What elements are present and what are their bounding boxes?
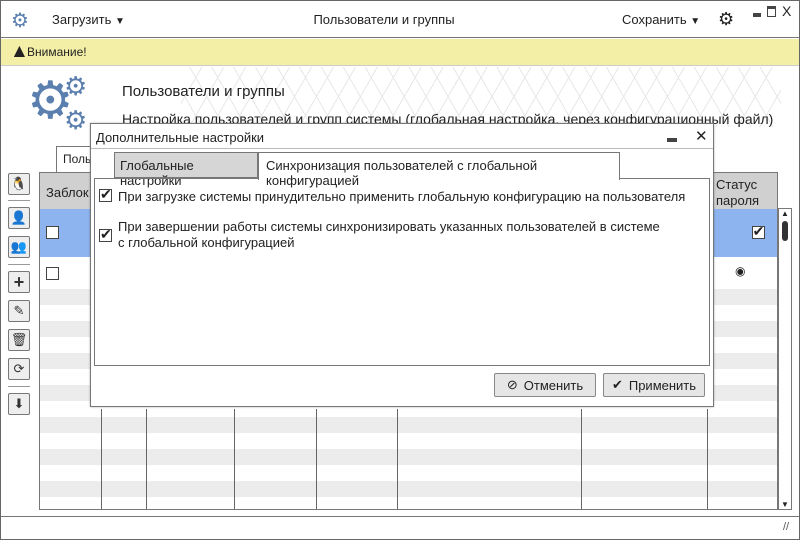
status-bar-divider (1, 516, 799, 517)
warning-icon: ▲ (10, 41, 29, 62)
cancel-icon: ⊘ (506, 377, 518, 392)
checkbox[interactable] (99, 186, 112, 203)
page-title: Пользователи и группы (122, 83, 285, 100)
apply-button[interactable]: ✔ Применить (603, 373, 705, 397)
column-header-password-status[interactable]: Статус пароля (716, 177, 766, 209)
advanced-settings-dialog: Дополнительные настройки ✕ Глобальные на… (90, 123, 714, 407)
checkbox[interactable] (99, 226, 112, 243)
locked-checkbox[interactable] (46, 226, 59, 239)
close-button[interactable]: X (782, 3, 791, 19)
vertical-scrollbar[interactable]: ▲ ▼ (778, 208, 792, 510)
warning-text: Внимание! (27, 45, 87, 59)
main-window: ⚙ Загрузить ▼ Пользователи и группы Сохр… (0, 0, 800, 540)
cancel-label: Отменить (523, 377, 584, 393)
dialog-close-button[interactable]: ✕ (695, 127, 708, 145)
tab-user-sync[interactable]: Синхронизация пользователей с глобальной… (258, 152, 620, 188)
small-gear-icon: ⚙ (64, 71, 88, 101)
cancel-button[interactable]: ⊘ Отменить (494, 373, 596, 397)
add-icon[interactable]: + (8, 271, 30, 293)
warning-bar: ▲ Внимание! (1, 39, 799, 66)
divider (91, 148, 713, 149)
minimize-button[interactable] (753, 13, 761, 17)
delete-icon[interactable]: 🗑 (8, 329, 30, 351)
option-label: При завершении работы системы синхронизи… (118, 219, 660, 250)
refresh-icon[interactable]: ⟳ (8, 358, 30, 380)
option-label: При загрузке системы принудительно приме… (118, 189, 686, 204)
tab-content-panel: При загрузке системы принудительно приме… (94, 178, 710, 366)
separator (8, 264, 30, 265)
top-bar: ⚙ Загрузить ▼ Пользователи и группы Сохр… (1, 1, 799, 38)
scroll-down-icon[interactable]: ▼ (781, 500, 789, 509)
settings-gear-icon[interactable]: ⚙ (718, 9, 734, 30)
save-label: Сохранить (622, 12, 687, 27)
option-sync-on-shutdown[interactable]: При завершении работы системы синхронизи… (99, 219, 660, 251)
resize-grip-icon[interactable]: // (783, 521, 789, 533)
column-header-locked[interactable]: Заблок (46, 185, 89, 200)
dialog-minimize-button[interactable] (667, 138, 677, 142)
save-menu-button[interactable]: Сохранить ▼ (622, 12, 700, 27)
separator (8, 386, 30, 387)
small-gear-icon: ⚙ (64, 105, 88, 135)
password-status-radio-icon: ◉ (735, 264, 746, 278)
dialog-title: Дополнительные настройки (96, 130, 265, 145)
user-card-icon[interactable]: 👤 (8, 207, 30, 229)
maximize-button[interactable] (767, 6, 776, 17)
option-force-global-config[interactable]: При загрузке системы принудительно приме… (99, 186, 686, 204)
apply-label: Применить (628, 377, 697, 393)
scroll-up-icon[interactable]: ▲ (781, 209, 789, 218)
caret-down-icon: ▼ (690, 16, 701, 27)
edit-icon[interactable]: ✎ (8, 300, 30, 322)
linux-icon[interactable]: 🐧 (8, 173, 30, 195)
locked-checkbox[interactable] (46, 267, 59, 280)
download-icon[interactable]: ⬇ (8, 393, 30, 415)
password-status-check (751, 223, 765, 240)
tab-global-settings[interactable]: Глобальные настройки (114, 152, 258, 188)
tab-users-label: Поль (63, 152, 92, 166)
separator (8, 200, 30, 201)
scroll-thumb[interactable] (782, 221, 788, 241)
checkmark-icon: ✔ (611, 377, 623, 392)
group-icon[interactable]: 👥 (8, 236, 30, 258)
